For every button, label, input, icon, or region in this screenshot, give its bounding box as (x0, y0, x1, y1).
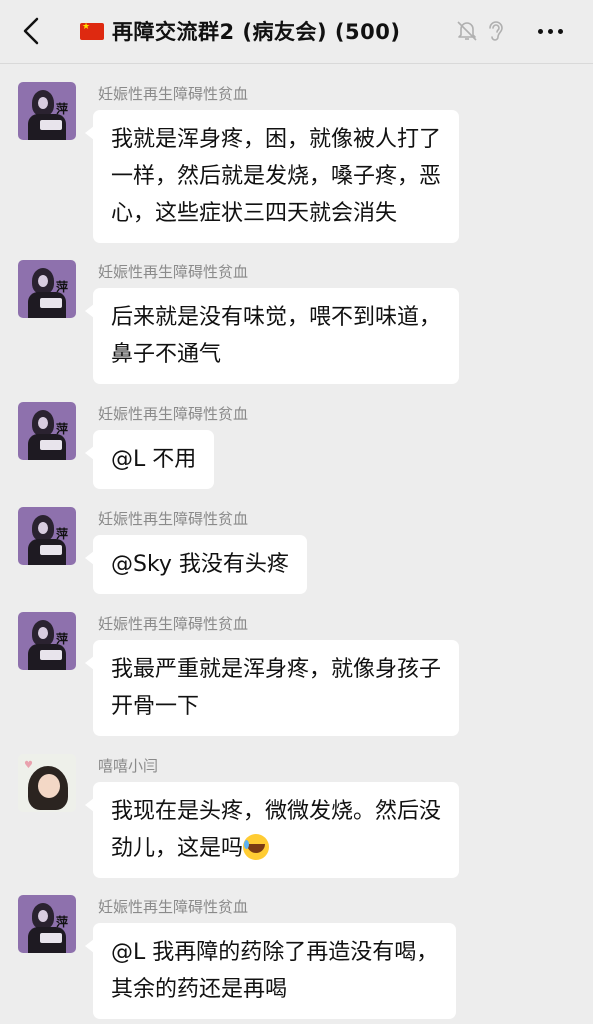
avatar-face (32, 410, 54, 436)
message-line: 我最严重就是浑身疼，就像身孩子 (111, 657, 442, 682)
dot-icon (547, 28, 553, 34)
message-line: 我就是浑身疼，困，就像被人打了 (111, 127, 442, 152)
sender-name: 妊娠性再生障碍性贫血 (98, 510, 249, 528)
sender-name: 妊娠性再生障碍性贫血 (98, 85, 249, 103)
sender-name: 嘻嘻小闫 (98, 757, 159, 775)
avatar-body (28, 644, 66, 670)
sender-name: 妊娠性再生障碍性贫血 (98, 615, 249, 633)
avatar[interactable]: 萍 (18, 895, 76, 953)
sender-name: 妊娠性再生障碍性贫血 (98, 898, 249, 916)
more-options-button[interactable] (530, 16, 570, 46)
message-bubble[interactable]: @L 我再障的药除了再造没有喝， 其余的药还是再喝 (84, 923, 457, 1019)
avatar[interactable]: 萍 (18, 402, 76, 460)
message-bubble[interactable]: @Sky 我没有头疼 (85, 535, 307, 594)
avatar[interactable]: 萍 (18, 507, 76, 565)
message-line: 开骨一下 (111, 694, 200, 719)
avatar[interactable]: 萍 (18, 260, 76, 318)
earpiece-icon (489, 21, 503, 41)
message-line: 后来就是没有味觉，喂不到味道， (111, 305, 442, 330)
chat-title-area[interactable]: 再障交流群2 (病友会) (500) (80, 14, 480, 48)
chat-title: 再障交流群2 (病友会) (500) (112, 20, 401, 44)
message-text: 劲儿，这是吗 (111, 836, 244, 861)
message-line: 心，这些症状三四天就会消失 (111, 201, 398, 226)
message-line: @Sky 我没有头疼 (111, 552, 289, 577)
mute-bell-icon (457, 21, 477, 41)
back-button[interactable] (14, 12, 48, 50)
message-bubble[interactable]: 我就是浑身疼，困，就像被人打了 一样，然后就是发烧，嗓子疼，恶 心，这些症状三四… (84, 110, 460, 243)
message-bubble[interactable]: @L 不用 (84, 430, 215, 489)
message-line: @L 我再障的药除了再造没有喝， (111, 940, 439, 965)
chevron-left-icon (23, 17, 39, 45)
avatar-body (28, 927, 66, 953)
chat-header: 再障交流群2 (病友会) (500) (0, 0, 593, 64)
avatar-face (32, 268, 54, 294)
avatar-face (32, 620, 54, 646)
china-flag-icon (80, 21, 104, 40)
message-bubble[interactable]: 我最严重就是浑身疼，就像身孩子 开骨一下 (84, 640, 460, 736)
avatar-body (28, 114, 66, 140)
avatar-face (38, 774, 60, 798)
avatar[interactable]: 萍 (18, 612, 76, 670)
message-bubble[interactable]: 后来就是没有味觉，喂不到味道， 鼻子不通气 (84, 288, 460, 384)
message-line: 我现在是头疼，微微发烧。然后没 (111, 799, 442, 824)
avatar-body (28, 434, 66, 460)
sender-name: 妊娠性再生障碍性贫血 (98, 405, 249, 423)
message-bubble[interactable]: 我现在是头疼，微微发烧。然后没 劲儿，这是吗 (84, 782, 460, 878)
avatar[interactable]: 萍 (18, 82, 76, 140)
message-line: 劲儿，这是吗 (111, 830, 441, 867)
dot-icon (537, 28, 543, 34)
avatar-face (32, 90, 54, 116)
message-line: 一样，然后就是发烧，嗓子疼，恶 (111, 164, 442, 189)
avatar-body (28, 292, 66, 318)
dot-icon (557, 28, 563, 34)
crying-laughing-emoji-icon (243, 834, 270, 860)
message-line: @L 不用 (111, 447, 197, 472)
message-line: 鼻子不通气 (111, 342, 222, 367)
avatar-face (32, 515, 54, 541)
avatar-face (32, 903, 54, 929)
message-line: 其余的药还是再喝 (111, 977, 288, 1002)
heart-icon: ♥ (24, 760, 33, 771)
avatar-body (28, 539, 66, 565)
avatar[interactable]: ♥ (18, 754, 76, 812)
sender-name: 妊娠性再生障碍性贫血 (98, 263, 249, 281)
